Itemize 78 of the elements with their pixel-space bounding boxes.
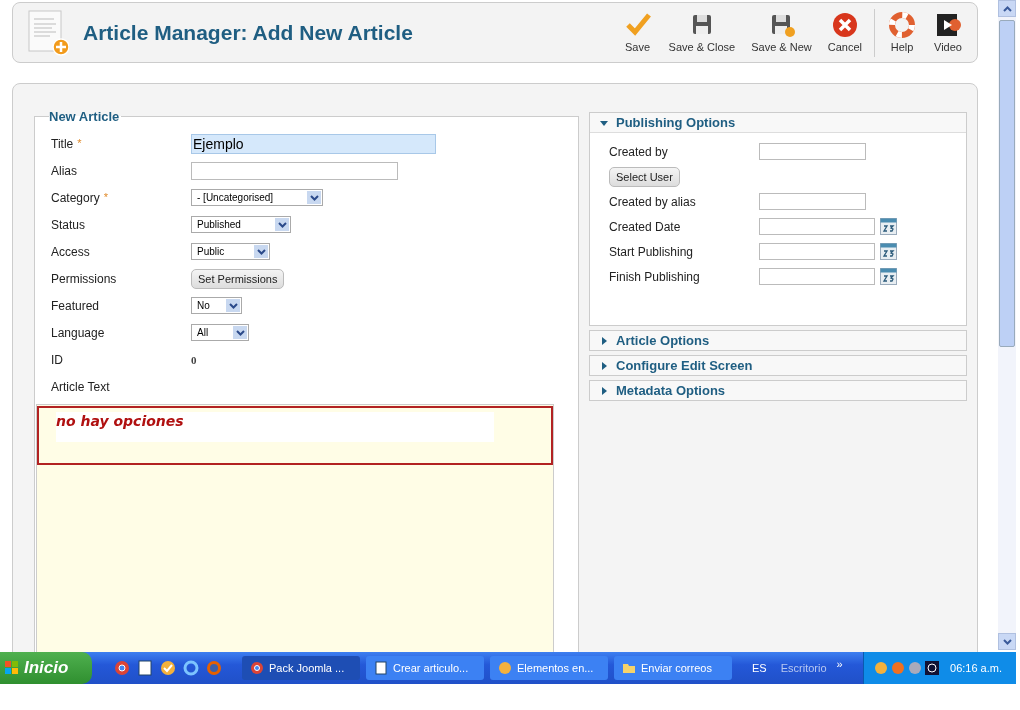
lifebuoy-icon: [887, 12, 917, 38]
form-legend: New Article: [49, 109, 122, 124]
field-label: Alias: [51, 163, 77, 178]
document-icon: [374, 661, 388, 675]
circle-icon[interactable]: [891, 661, 905, 675]
select-dropdown[interactable]: All: [191, 324, 249, 341]
taskbar-button[interactable]: Pack Joomla ...: [242, 656, 360, 680]
text-input[interactable]: [759, 268, 875, 285]
language-indicator[interactable]: ES: [752, 662, 767, 674]
calendar-icon[interactable]: [880, 218, 897, 235]
field-label: Language: [51, 325, 105, 340]
browser-icon: [250, 661, 264, 675]
triangle-icon: [600, 118, 608, 127]
required-mark: *: [77, 136, 82, 149]
taskbar-button[interactable]: Enviar correos: [614, 656, 732, 680]
text-input[interactable]: [759, 193, 866, 210]
calendar-icon[interactable]: [880, 268, 897, 285]
select-dropdown[interactable]: - [Uncategorised]: [191, 189, 323, 206]
document-add-icon: [27, 9, 69, 56]
select-dropdown[interactable]: Published: [191, 216, 291, 233]
select-user-button[interactable]: Select User: [609, 166, 680, 187]
text-input[interactable]: [759, 143, 866, 160]
clock-text: 06:16 a.m.: [950, 662, 1002, 674]
chevron-down-icon: [277, 221, 287, 228]
more-chevron[interactable]: »: [836, 658, 843, 670]
triangle-icon: [600, 336, 608, 345]
taskbar-button[interactable]: Elementos en...: [490, 656, 608, 680]
cancel-button[interactable]: Cancel: [819, 12, 870, 53]
panel-header[interactable]: Metadata Options: [590, 381, 966, 400]
panel-header[interactable]: Configure Edit Screen: [590, 356, 966, 375]
select-dropdown[interactable]: Public: [191, 243, 270, 260]
text-input[interactable]: Ejemplo: [191, 133, 436, 154]
field-label: Access: [51, 244, 90, 259]
video-button[interactable]: Video: [925, 12, 971, 53]
taskbar-button[interactable]: Crear articulo...: [366, 656, 484, 680]
field-label: Category: [51, 190, 100, 205]
field-label: Article Text: [51, 379, 110, 394]
folder-icon: [622, 661, 636, 675]
panel-header[interactable]: Article Options: [590, 331, 966, 350]
permissions-button[interactable]: Set Permissions: [191, 268, 285, 289]
chevron-down-icon: [309, 194, 319, 201]
chevron-down-icon: [228, 302, 238, 309]
text-input[interactable]: [191, 161, 398, 180]
help-button[interactable]: Help: [879, 12, 925, 53]
annotation-text: no hay opciones: [56, 413, 184, 429]
field-label: Created by alias: [609, 194, 697, 209]
chevron-down-icon: [235, 329, 245, 336]
select-dropdown[interactable]: No: [191, 297, 242, 314]
page-title: Article Manager: Add New Article: [83, 20, 414, 45]
scroll-down-icon[interactable]: [1002, 638, 1012, 645]
text-input[interactable]: [759, 243, 875, 260]
field-label: Start Publishing: [609, 244, 695, 259]
text-input[interactable]: [759, 218, 875, 235]
panel-header[interactable]: Publishing Options: [590, 113, 966, 132]
field-label: Finish Publishing: [609, 269, 701, 284]
save-button[interactable]: Save: [614, 12, 661, 53]
required-mark: *: [103, 190, 108, 203]
vertical-scrollbar[interactable]: [998, 0, 1016, 650]
field-label: ID: [51, 352, 63, 367]
field-label: Title: [51, 136, 74, 151]
editor-area[interactable]: no hay opciones: [36, 404, 554, 652]
field-label: Created Date: [609, 219, 682, 234]
field-label: Created by: [609, 144, 669, 159]
field-label: Permissions: [51, 271, 117, 286]
triangle-icon: [600, 386, 608, 395]
field-label: Status: [51, 217, 86, 232]
desktop-toolbar-label[interactable]: Escritorio: [780, 662, 827, 674]
calendar-icon[interactable]: [880, 243, 897, 260]
save-close-button[interactable]: Save & Close: [660, 12, 744, 53]
save-new-button[interactable]: Save & New: [743, 12, 820, 53]
document-icon[interactable]: [137, 660, 153, 676]
windows-flag-icon: [4, 660, 20, 676]
browser-icon[interactable]: [114, 660, 130, 676]
triangle-icon: [600, 361, 608, 370]
id-value: 0: [191, 353, 197, 366]
chevron-down-icon: [256, 248, 266, 255]
scroll-up-icon[interactable]: [1002, 5, 1012, 12]
field-label: Featured: [51, 298, 100, 313]
